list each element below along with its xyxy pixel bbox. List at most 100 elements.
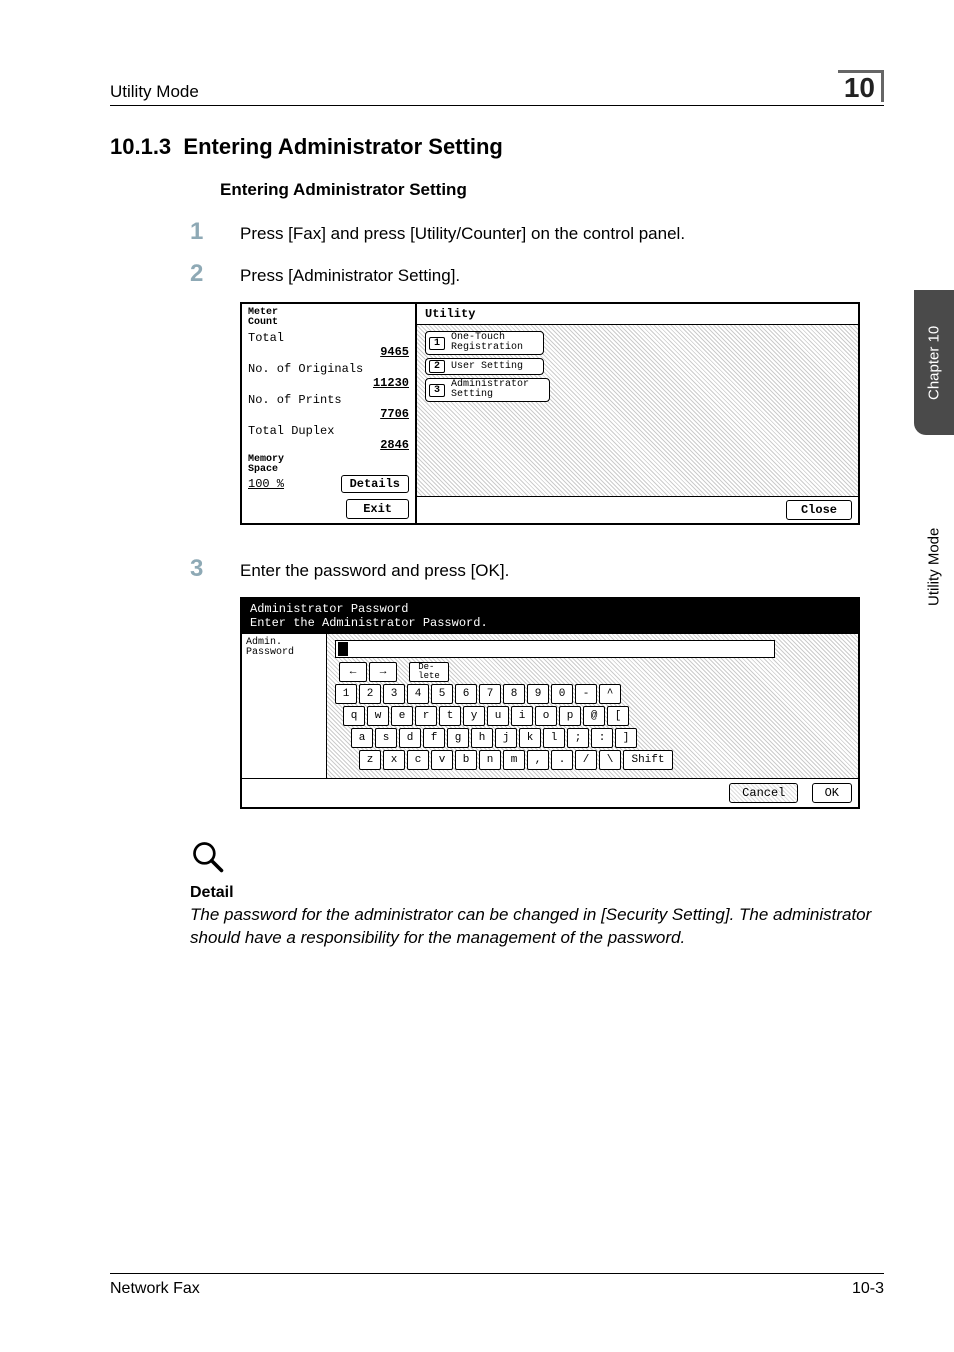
key[interactable]: u (487, 706, 509, 726)
key[interactable]: 4 (407, 684, 429, 704)
pw-prompt: Enter the Administrator Password. (250, 616, 850, 630)
key[interactable]: c (407, 750, 429, 770)
key[interactable]: . (551, 750, 573, 770)
utility-title: Utility (417, 304, 858, 325)
key-row-2: q w e r t y u i o p @ [ (343, 706, 850, 726)
footer: Network Fax 10-3 (110, 1273, 884, 1298)
key[interactable]: q (343, 706, 365, 726)
key[interactable]: \ (599, 750, 621, 770)
side-tab-chapter: Chapter 10 (914, 290, 954, 435)
key[interactable]: t (439, 706, 461, 726)
meter-panel: Meter Count Total 9465 No. of Originals … (242, 304, 417, 523)
step-2: 2 Press [Administrator Setting]. (190, 260, 884, 288)
key[interactable]: w (367, 706, 389, 726)
step-num: 1 (190, 218, 240, 246)
total-value: 9465 (248, 345, 409, 359)
cursor-icon (338, 642, 348, 656)
duplex-value: 2846 (248, 438, 409, 452)
memory-label: Memory Space (248, 455, 409, 475)
key[interactable]: m (503, 750, 525, 770)
step-1: 1 Press [Fax] and press [Utility/Counter… (190, 218, 884, 246)
key[interactable]: 7 (479, 684, 501, 704)
key[interactable]: [ (607, 706, 629, 726)
key[interactable]: l (543, 728, 565, 748)
cancel-button[interactable]: Cancel (729, 783, 798, 803)
detail-text: The password for the administrator can b… (190, 904, 884, 950)
meter-label: Meter Count (248, 308, 409, 328)
key[interactable]: f (423, 728, 445, 748)
key[interactable]: z (359, 750, 381, 770)
key[interactable]: / (575, 750, 597, 770)
key[interactable]: i (511, 706, 533, 726)
exit-button[interactable]: Exit (346, 499, 409, 519)
key[interactable]: g (447, 728, 469, 748)
key[interactable]: o (535, 706, 557, 726)
key[interactable]: j (495, 728, 517, 748)
key[interactable]: s (375, 728, 397, 748)
prints-value: 7706 (248, 407, 409, 421)
step-text: Press [Fax] and press [Utility/Counter] … (240, 224, 884, 244)
detail-heading: Detail (190, 884, 884, 902)
key[interactable]: @ (583, 706, 605, 726)
key[interactable]: p (559, 706, 581, 726)
originals-label: No. of Originals (248, 362, 409, 376)
key-row-3: a s d f g h j k l ; : ] (351, 728, 850, 748)
step-3: 3 Enter the password and press [OK]. (190, 555, 884, 583)
key[interactable]: r (415, 706, 437, 726)
key-row-4: z x c v b n m , . / \ Shift (359, 750, 850, 770)
key[interactable]: 1 (335, 684, 357, 704)
footer-right: 10-3 (852, 1280, 884, 1298)
item-label: User Setting (451, 361, 523, 372)
key[interactable]: b (455, 750, 477, 770)
close-button[interactable]: Close (786, 500, 852, 520)
header-chapter: 10 (838, 70, 884, 102)
key[interactable]: ] (615, 728, 637, 748)
header: Utility Mode 10 (110, 70, 884, 106)
key[interactable]: - (575, 684, 597, 704)
key[interactable]: n (479, 750, 501, 770)
key[interactable]: 9 (527, 684, 549, 704)
key[interactable]: 3 (383, 684, 405, 704)
details-button[interactable]: Details (341, 475, 409, 493)
delete-key[interactable]: De- lete (409, 662, 449, 682)
key[interactable]: k (519, 728, 541, 748)
key[interactable]: y (463, 706, 485, 726)
key[interactable]: e (391, 706, 413, 726)
key[interactable]: 8 (503, 684, 525, 704)
item-label: Administrator Setting (451, 380, 529, 400)
utility-item-one-touch[interactable]: 1One-Touch Registration (425, 331, 544, 355)
utility-item-admin-setting[interactable]: 3Administrator Setting (425, 378, 550, 402)
key[interactable]: ; (567, 728, 589, 748)
key[interactable]: ^ (599, 684, 621, 704)
key[interactable]: d (399, 728, 421, 748)
key[interactable]: , (527, 750, 549, 770)
step-text: Press [Administrator Setting]. (240, 266, 884, 286)
header-title: Utility Mode (110, 82, 199, 102)
duplex-label: Total Duplex (248, 424, 409, 438)
key[interactable]: 2 (359, 684, 381, 704)
side-tab: Chapter 10 Utility Mode (914, 290, 954, 710)
arrow-left-key[interactable]: ← (339, 662, 367, 682)
item-num: 1 (429, 337, 445, 350)
section-heading: 10.1.3 Entering Administrator Setting (110, 134, 884, 160)
section-num: 10.1.3 (110, 134, 171, 159)
password-screenshot: Administrator Password Enter the Adminis… (240, 597, 860, 809)
key-row-1: 1 2 3 4 5 6 7 8 9 0 - ^ (335, 684, 850, 704)
arrow-right-key[interactable]: → (369, 662, 397, 682)
key[interactable]: h (471, 728, 493, 748)
shift-key[interactable]: Shift (623, 750, 673, 770)
magnifier-icon (190, 839, 884, 878)
key[interactable]: 0 (551, 684, 573, 704)
step-text: Enter the password and press [OK]. (240, 561, 884, 581)
utility-item-user-setting[interactable]: 2User Setting (425, 358, 544, 375)
key[interactable]: v (431, 750, 453, 770)
password-input[interactable] (335, 640, 775, 658)
pw-left-label: Admin. Password (242, 634, 327, 778)
key[interactable]: : (591, 728, 613, 748)
pw-header: Administrator Password Enter the Adminis… (242, 599, 858, 634)
key[interactable]: 6 (455, 684, 477, 704)
key[interactable]: a (351, 728, 373, 748)
key[interactable]: 5 (431, 684, 453, 704)
key[interactable]: x (383, 750, 405, 770)
ok-button[interactable]: OK (812, 783, 852, 803)
